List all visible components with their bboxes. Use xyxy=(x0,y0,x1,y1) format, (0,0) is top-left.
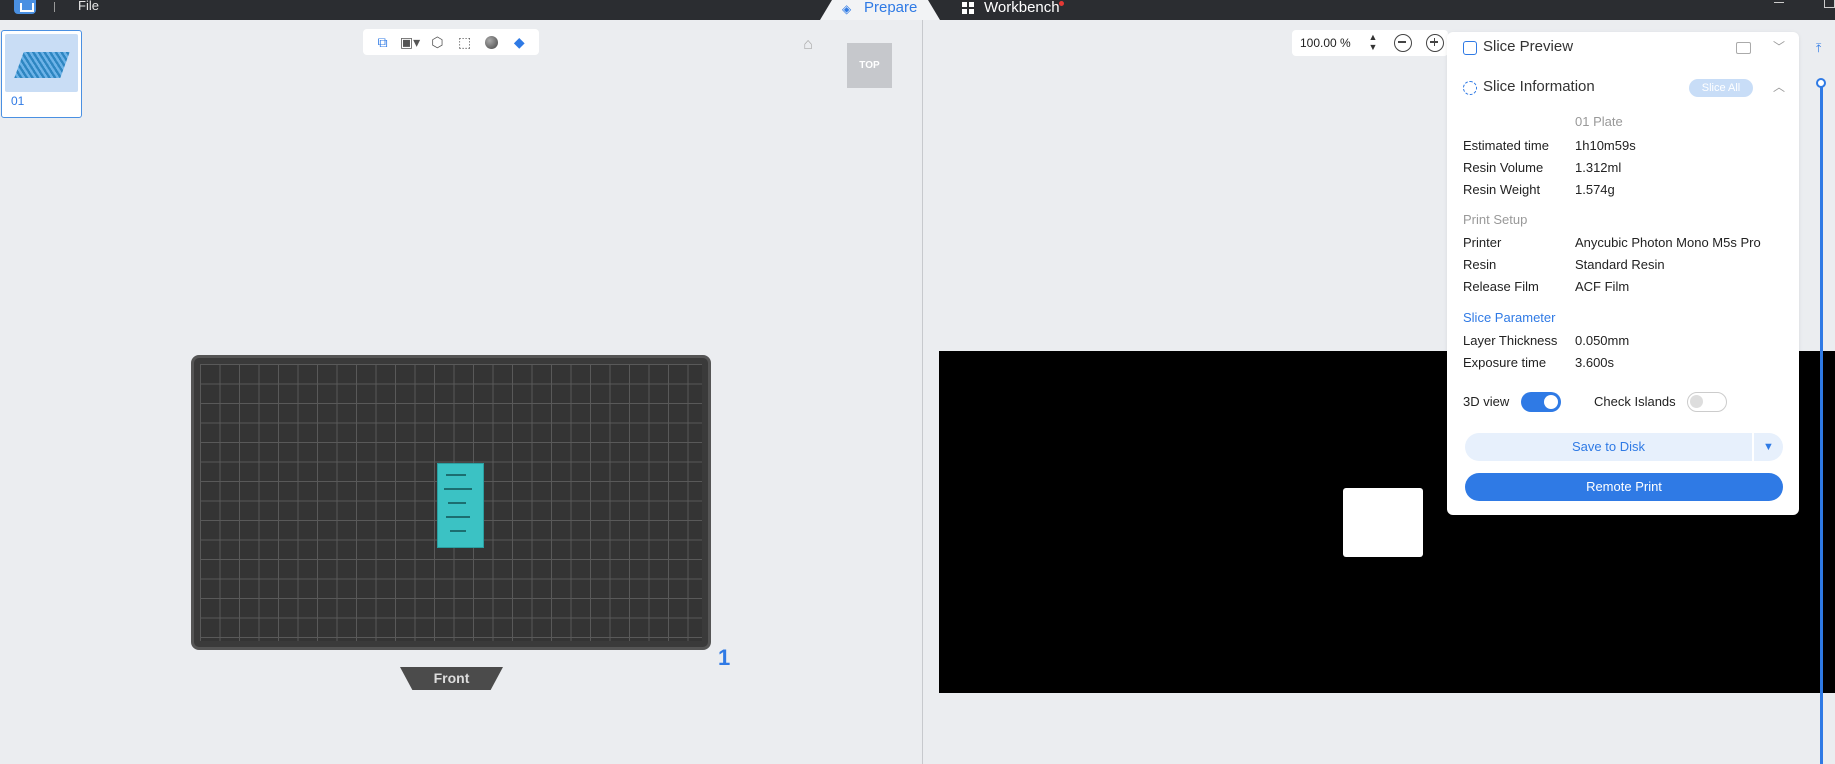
zoom-input[interactable]: 100.00 % xyxy=(1296,34,1362,52)
slice-info-title: Slice Information xyxy=(1483,78,1595,95)
info-value: 1.574g xyxy=(1575,182,1615,197)
info-key: Estimated time xyxy=(1463,138,1549,153)
select-icon[interactable]: ⬚ xyxy=(456,33,474,51)
layer-slider-top-icon[interactable]: ⤒ xyxy=(1816,41,1821,56)
setup-key: Release Film xyxy=(1463,279,1539,294)
zoom-control: 100.00 % ▲ ▼ xyxy=(1292,30,1448,56)
print-setup-label: Print Setup xyxy=(1463,212,1528,227)
setup-key: Printer xyxy=(1463,235,1502,250)
setup-value: Anycubic Photon Mono M5s Pro xyxy=(1575,235,1761,250)
grid-icon xyxy=(962,2,974,14)
folder-icon[interactable] xyxy=(1736,42,1751,54)
check-islands-label: Check Islands xyxy=(1594,394,1676,409)
remote-print-button[interactable]: Remote Print xyxy=(1465,473,1783,501)
view-toolbar: ⧉ ▣▾ ⬡ ⬚ ◆ xyxy=(363,29,539,55)
param-key: Layer Thickness xyxy=(1463,333,1558,348)
slice-all-button[interactable]: Slice All xyxy=(1689,79,1753,97)
menu-file[interactable]: File xyxy=(78,0,99,13)
info-value: 1.312ml xyxy=(1575,160,1622,175)
layer-cube-icon[interactable]: ◆ xyxy=(510,33,528,51)
title-bar: File ◈ Prepare Workbench xyxy=(0,0,1835,20)
view-cube[interactable]: TOP xyxy=(847,43,892,88)
zoom-in-icon[interactable] xyxy=(1426,34,1444,52)
3d-view-toggle[interactable] xyxy=(1521,392,1561,412)
chevron-down-icon[interactable]: ﹀ xyxy=(1773,38,1785,55)
setup-value: ACF Film xyxy=(1575,279,1630,294)
cube-menu-icon[interactable]: ▣▾ xyxy=(400,33,420,51)
param-value: 0.050mm xyxy=(1575,333,1630,348)
tab-workbench-label: Workbench xyxy=(984,0,1060,16)
gear-icon xyxy=(1463,81,1477,95)
front-label: Front xyxy=(400,667,503,690)
info-key: Resin Volume xyxy=(1463,160,1544,175)
plate-label: 01 Plate xyxy=(1575,114,1623,129)
plate-thumbnail-label: 01 xyxy=(11,94,25,108)
3d-view-label: 3D view xyxy=(1463,394,1510,409)
layer-slider-handle[interactable] xyxy=(1816,78,1826,88)
slice-layer-shape xyxy=(1343,488,1423,557)
home-icon[interactable]: ⌂ xyxy=(799,36,817,54)
layer-slider[interactable] xyxy=(1820,82,1823,764)
build-plate[interactable] xyxy=(191,355,711,650)
param-value: 3.600s xyxy=(1575,355,1615,370)
param-key: Exposure time xyxy=(1463,355,1547,370)
plate-thumbnail-image xyxy=(5,34,78,92)
maximize-icon[interactable] xyxy=(1824,0,1835,8)
build-plate-grid xyxy=(200,364,702,641)
minimize-icon[interactable] xyxy=(1774,2,1784,3)
zoom-out-icon[interactable] xyxy=(1394,34,1412,52)
slice-preview-header: Slice Preview ﹀ xyxy=(1447,34,1799,62)
tab-prepare-label: Prepare xyxy=(864,0,918,16)
slice-preview-panel: Slice Preview ﹀ Slice Information Slice … xyxy=(1447,32,1799,515)
notification-dot xyxy=(1059,1,1064,6)
info-key: Resin Weight xyxy=(1463,182,1541,197)
lock-view-icon[interactable]: ⬡ xyxy=(428,33,446,51)
setup-value: Standard Resin xyxy=(1575,257,1665,272)
render-sphere-icon[interactable] xyxy=(483,33,501,51)
preview-icon xyxy=(1463,41,1477,55)
save-options-dropdown[interactable]: ▼ xyxy=(1754,433,1783,461)
app-logo-icon[interactable] xyxy=(14,0,36,14)
model-object[interactable] xyxy=(437,463,484,548)
layers-icon: ◈ xyxy=(842,2,852,16)
title-separator xyxy=(54,2,55,12)
save-to-disk-button[interactable]: Save to Disk xyxy=(1465,433,1752,461)
slice-parameter-link[interactable]: Slice Parameter xyxy=(1463,310,1555,325)
check-islands-toggle[interactable] xyxy=(1687,392,1727,412)
plate-number: 1 xyxy=(718,645,731,670)
zoom-stepper[interactable]: ▲ ▼ xyxy=(1366,32,1380,54)
chevron-up-icon[interactable]: ︿ xyxy=(1773,78,1785,95)
info-value: 1h10m59s xyxy=(1575,138,1636,153)
plate-thumbnail[interactable]: 01 xyxy=(1,30,82,118)
setup-key: Resin xyxy=(1463,257,1497,272)
slice-preview-title: Slice Preview xyxy=(1483,38,1574,55)
tab-prepare[interactable]: ◈ Prepare xyxy=(820,0,940,20)
perspective-icon[interactable]: ⧉ xyxy=(374,33,392,51)
slice-info-header: Slice Information Slice All ︿ xyxy=(1447,74,1799,102)
